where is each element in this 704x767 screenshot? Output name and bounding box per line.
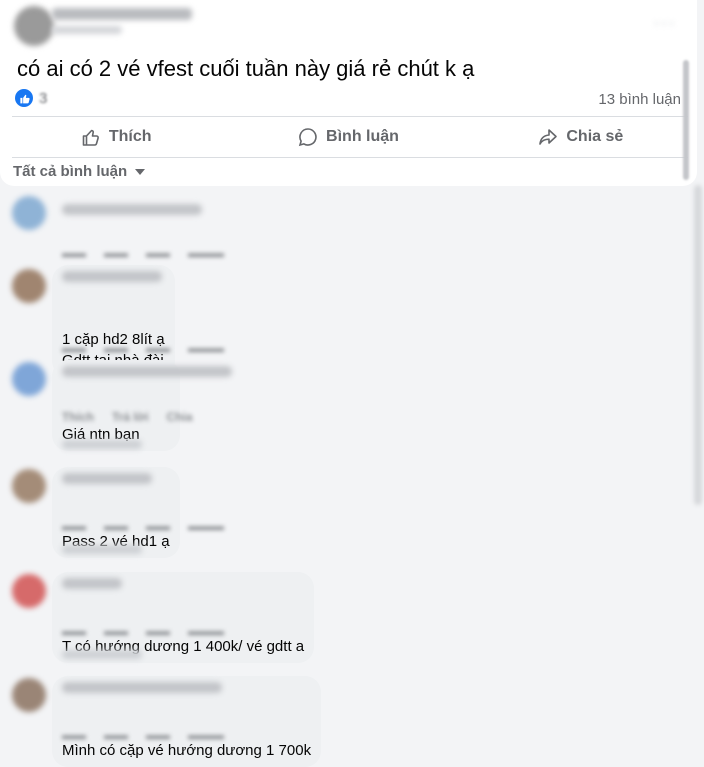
comment-actions[interactable]: ▬▬ ▬▬ ▬▬ ▬▬▬ bbox=[62, 728, 224, 742]
commenter-avatar[interactable] bbox=[12, 469, 46, 503]
reaction-count: 3 bbox=[39, 89, 48, 107]
commenter-name[interactable] bbox=[62, 473, 152, 484]
comment-timestamp bbox=[62, 650, 142, 659]
post-timestamp[interactable] bbox=[52, 26, 122, 34]
commenter-name[interactable] bbox=[62, 682, 222, 693]
comment-like[interactable]: Thích bbox=[62, 410, 94, 424]
commenter-avatar[interactable] bbox=[12, 269, 46, 303]
caret-down-icon bbox=[135, 168, 146, 175]
comment-share[interactable]: Chia bbox=[167, 410, 193, 424]
author-avatar[interactable] bbox=[14, 6, 54, 46]
like-icon bbox=[15, 89, 33, 107]
page-scrollbar[interactable] bbox=[694, 185, 702, 505]
comment-actions[interactable]: Thích Trả lời Chia bbox=[62, 410, 193, 424]
share-arrow-icon bbox=[539, 129, 558, 145]
divider bbox=[12, 157, 688, 158]
reaction-summary[interactable]: 3 bbox=[15, 89, 47, 107]
like-label: Thích bbox=[108, 128, 152, 145]
more-options-icon[interactable]: ··· bbox=[653, 12, 675, 34]
comment-timestamp bbox=[62, 440, 142, 449]
commenter-name[interactable] bbox=[62, 366, 232, 377]
post-card: ··· có ai có 2 vé vfest cuối tuần này gi… bbox=[0, 0, 697, 186]
share-button[interactable]: Chia sẻ bbox=[465, 117, 697, 157]
comment-bubble: Giá ntn bạn bbox=[52, 360, 232, 451]
comment-bubble: Mình có cặp vé hướng dương 1 700k bbox=[52, 676, 322, 767]
comment-count[interactable]: 13 bình luận bbox=[598, 91, 681, 108]
comment-actions[interactable]: ▬▬ ▬▬ ▬▬ ▬▬▬ bbox=[62, 519, 224, 533]
post-author[interactable] bbox=[14, 6, 54, 46]
comment-actions[interactable]: ▬▬ ▬▬ ▬▬ ▬▬▬ bbox=[62, 624, 224, 638]
comment-timestamp bbox=[62, 545, 142, 554]
comment-bubble-icon bbox=[298, 128, 317, 147]
comment-button[interactable]: Bình luận bbox=[232, 117, 464, 157]
card-scrollbar[interactable] bbox=[683, 60, 689, 180]
comments-filter-label: Tất cả bình luận bbox=[13, 163, 128, 180]
commenter-name[interactable] bbox=[62, 271, 162, 282]
post-text: có ai có 2 vé vfest cuối tuần này giá rẻ… bbox=[17, 56, 475, 81]
comment-reply[interactable]: Trả lời bbox=[112, 410, 149, 424]
post-actions: Thích Bình luận Chia sẻ bbox=[0, 117, 697, 157]
commenter-avatar[interactable] bbox=[12, 196, 46, 230]
commenter-avatar[interactable] bbox=[12, 574, 46, 608]
like-button[interactable]: Thích bbox=[0, 117, 232, 157]
comment-label: Bình luận bbox=[326, 128, 399, 145]
thumbs-up-icon bbox=[82, 129, 99, 146]
comments-filter[interactable]: Tất cả bình luận bbox=[13, 163, 146, 180]
comment-actions[interactable]: ▬▬ ▬▬ ▬▬ ▬▬▬ bbox=[62, 341, 224, 355]
comment-actions[interactable]: ▬▬ ▬▬ ▬▬ ▬▬▬ bbox=[62, 246, 224, 260]
commenter-avatar[interactable] bbox=[12, 678, 46, 712]
commenter-name[interactable] bbox=[62, 204, 202, 215]
share-label: Chia sẻ bbox=[566, 128, 624, 145]
commenter-avatar[interactable] bbox=[12, 362, 46, 396]
commenter-name[interactable] bbox=[62, 578, 122, 589]
author-name[interactable] bbox=[52, 8, 192, 20]
